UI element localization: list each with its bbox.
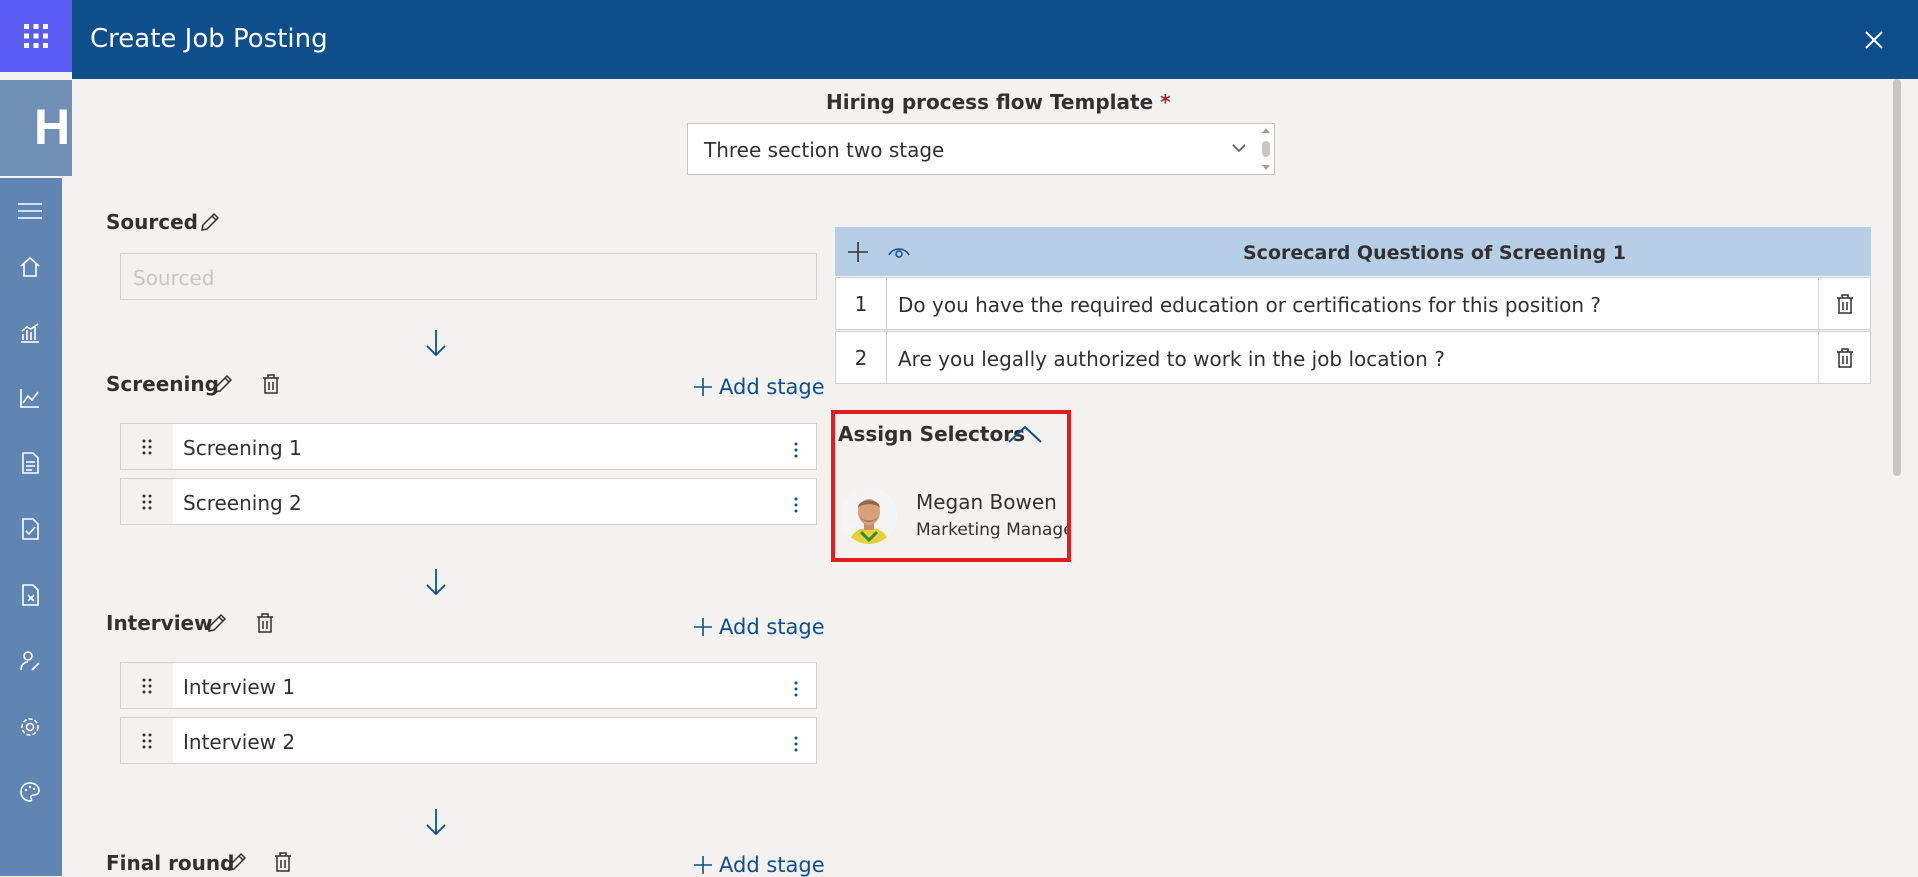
person-edit-icon[interactable] — [17, 648, 43, 674]
delete-final-round-button[interactable] — [270, 849, 296, 875]
edit-interview-button[interactable] — [204, 610, 230, 636]
add-stage-final-round-button[interactable]: Add stage — [693, 853, 825, 877]
gripper-icon[interactable] — [121, 718, 173, 763]
edit-sourced-button[interactable] — [197, 209, 223, 235]
chevron-down-icon — [1232, 144, 1246, 153]
document-check-icon[interactable] — [17, 516, 43, 542]
app-banner: HI — [0, 80, 72, 176]
stage-item[interactable]: Screening 2 — [120, 478, 817, 525]
app-banner-text: HI — [34, 99, 72, 155]
arrow-down-icon — [426, 569, 446, 596]
add-stage-label: Add stage — [719, 853, 825, 877]
dropdown-scrollbar[interactable] — [1259, 125, 1273, 173]
template-label-text: Hiring process flow Template — [826, 90, 1154, 114]
arrow-down-icon — [426, 330, 446, 357]
final-round-title: Final round — [106, 851, 235, 875]
palette-icon[interactable] — [17, 779, 43, 805]
line-chart-icon[interactable] — [17, 385, 43, 411]
chevron-up-icon[interactable] — [1007, 424, 1043, 444]
sourced-field[interactable]: Sourced — [120, 253, 817, 300]
gripper-icon[interactable] — [121, 479, 173, 524]
scorecard-row: 1 Do you have the required education or … — [835, 277, 1871, 330]
template-dropdown[interactable]: Three section two stage — [687, 123, 1275, 175]
add-icon — [694, 378, 712, 396]
trash-icon — [257, 613, 273, 633]
eye-icon — [888, 248, 910, 258]
pencil-icon — [228, 852, 247, 871]
panel-title: Create Job Posting — [90, 24, 328, 54]
scorecard-title: Scorecard Questions of Screening 1 — [1243, 242, 1626, 264]
assign-selectors-section: Assign Selectors Megan Bowen Marketing M… — [831, 410, 1071, 562]
add-icon — [694, 618, 712, 636]
edit-final-round-button[interactable] — [224, 849, 250, 875]
question-number: 2 — [836, 332, 887, 383]
document-remove-icon[interactable] — [17, 582, 43, 608]
sourced-placeholder: Sourced — [133, 266, 215, 290]
home-icon[interactable] — [17, 254, 43, 280]
delete-question-button[interactable] — [1818, 278, 1870, 329]
edit-screening-button[interactable] — [210, 371, 236, 397]
stage-item[interactable]: Screening 1 — [120, 423, 817, 470]
more-vertical-icon[interactable] — [794, 681, 798, 697]
question-text: Do you have the required education or ce… — [898, 293, 1602, 317]
preview-scorecard-button[interactable] — [886, 239, 912, 265]
trash-icon — [263, 374, 279, 394]
trash-icon — [275, 852, 291, 872]
pencil-icon — [201, 212, 220, 231]
add-stage-interview-button[interactable]: Add stage — [693, 615, 825, 639]
gripper-icon[interactable] — [121, 424, 173, 469]
add-question-button[interactable] — [845, 239, 871, 265]
stage-item[interactable]: Interview 2 — [120, 717, 817, 764]
stage-item-name: Screening 1 — [183, 436, 302, 460]
menu-icon[interactable] — [17, 198, 43, 224]
sourced-title: Sourced — [106, 210, 198, 234]
close-button[interactable] — [1858, 24, 1890, 56]
delete-question-button[interactable] — [1818, 332, 1870, 383]
scorecard-header: Scorecard Questions of Screening 1 — [835, 227, 1871, 276]
question-text: Are you legally authorized to work in th… — [898, 347, 1445, 371]
template-dropdown-value: Three section two stage — [704, 138, 945, 162]
stage-item-name: Interview 2 — [183, 730, 296, 754]
selector-name: Megan Bowen — [916, 490, 1057, 514]
arrow-down-icon — [426, 809, 446, 836]
more-vertical-icon[interactable] — [794, 736, 798, 752]
app-launcher-button[interactable] — [0, 0, 72, 72]
stage-item[interactable]: Interview 1 — [120, 662, 817, 709]
trash-icon — [1836, 293, 1853, 314]
pencil-icon — [208, 613, 227, 632]
analytics-icon[interactable] — [17, 320, 43, 346]
scorecard-row: 2 Are you legally authorized to work in … — [835, 331, 1871, 384]
pencil-icon — [214, 374, 233, 393]
question-number: 1 — [836, 278, 887, 329]
add-stage-screening-button[interactable]: Add stage — [693, 375, 825, 399]
settings-icon[interactable] — [17, 714, 43, 740]
avatar — [841, 488, 897, 544]
more-vertical-icon[interactable] — [794, 442, 798, 458]
create-job-posting-panel: Create Job Posting Hiring process flow T… — [72, 0, 1918, 877]
panel-scrollbar[interactable] — [1890, 79, 1904, 876]
scrollbar-thumb[interactable] — [1893, 79, 1901, 476]
add-stage-label: Add stage — [719, 375, 825, 399]
add-icon — [694, 856, 712, 874]
template-label: Hiring process flow Template * — [826, 90, 1171, 114]
required-mark: * — [1160, 90, 1171, 114]
screening-title: Screening — [106, 372, 219, 396]
delete-interview-button[interactable] — [252, 610, 278, 636]
document-icon[interactable] — [17, 450, 43, 476]
panel-header: Create Job Posting — [72, 0, 1918, 79]
delete-screening-button[interactable] — [258, 371, 284, 397]
add-stage-label: Add stage — [719, 615, 825, 639]
interview-title: Interview — [106, 611, 213, 635]
add-icon — [848, 242, 868, 262]
stage-item-name: Screening 2 — [183, 491, 302, 515]
trash-icon — [1836, 347, 1853, 368]
close-icon — [1865, 31, 1883, 49]
gripper-icon[interactable] — [121, 663, 173, 708]
stage-item-name: Interview 1 — [183, 675, 296, 699]
more-vertical-icon[interactable] — [794, 497, 798, 513]
waffle-icon — [24, 24, 48, 48]
left-nav-rail — [0, 178, 62, 876]
selector-role: Marketing Manager — [916, 520, 1071, 540]
assign-selectors-title: Assign Selectors — [838, 422, 1025, 446]
